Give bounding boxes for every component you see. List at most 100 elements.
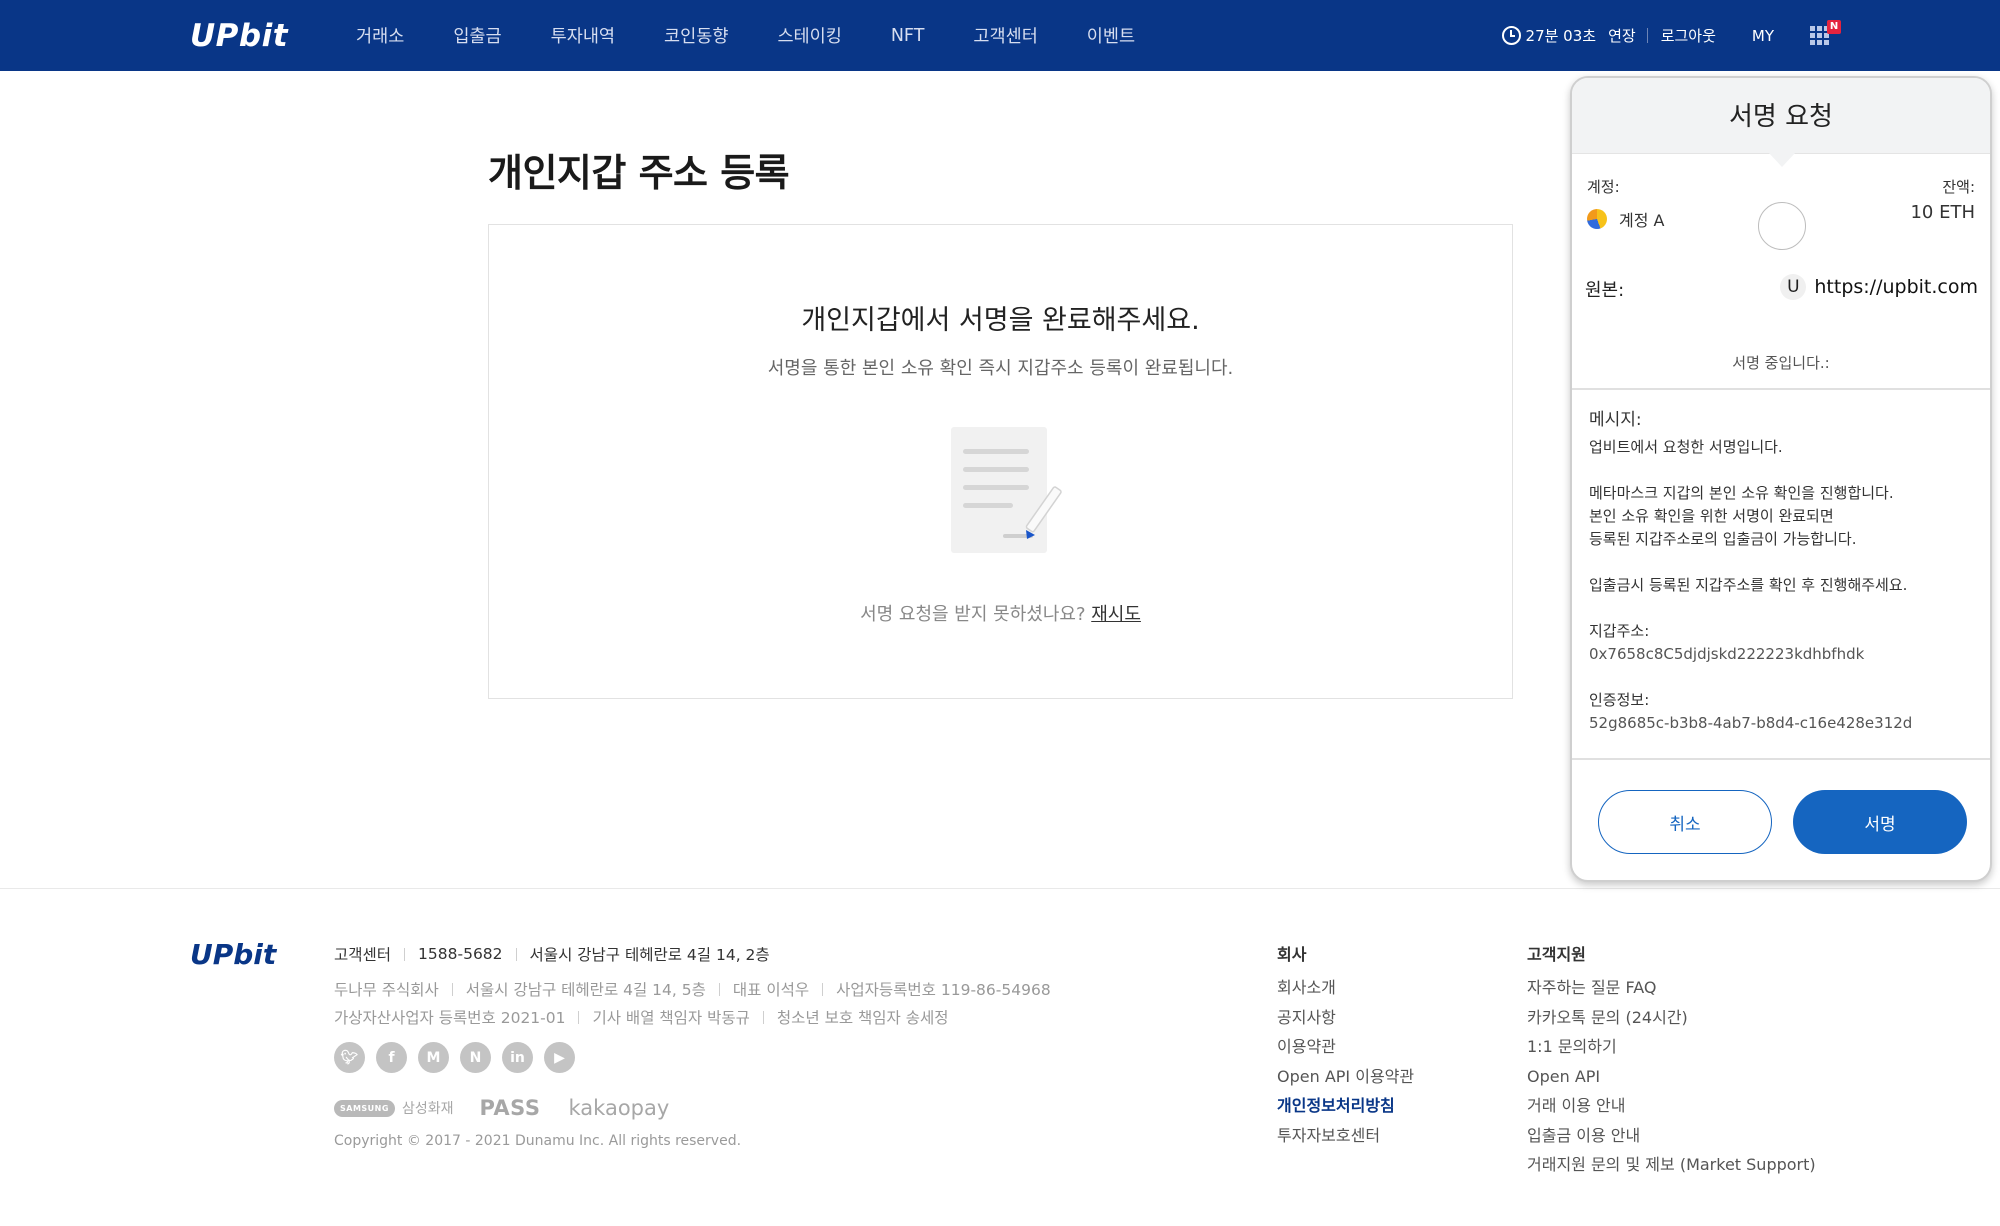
footer-link-open-api[interactable]: Open API [1527,1066,1816,1096]
network-icon [1758,202,1806,250]
facebook-icon[interactable]: f [376,1042,407,1073]
message-label: 메시지: [1589,410,1642,430]
footer-company-name: 두나무 주식회사 [334,981,439,999]
footer-cs-address: 서울시 강남구 테헤란로 4길 14, 2층 [529,946,770,964]
footer-company-row: 두나무 주식회사 서울시 강남구 테헤란로 4길 14, 5층 대표 이석우 사… [334,978,1051,1000]
account-name: 계정 A [1619,211,1665,230]
samsung-logo: SAMSUNG [334,1099,395,1117]
medium-icon[interactable]: M [418,1042,449,1073]
signature-request-popup: 서명 요청 계정: 잔액: 계정 A 10 ETH 원본: U https://… [1570,76,1992,882]
footer-link-investor-protection[interactable]: 투자자보호센터 [1277,1125,1414,1155]
balance-value: 10 ETH [1910,202,1975,223]
retry-link[interactable]: 재시도 [1091,604,1141,625]
instruction-subtitle: 서명을 통한 본인 소유 확인 즉시 지갑주소 등록이 완료됩니다. [767,358,1234,379]
footer-biz-no: 사업자등록번호 119-86-54968 [836,981,1051,999]
message-body: 업비트에서 요청한 서명입니다. 메타마스크 지갑의 본인 소유 확인을 진행합… [1589,436,1981,735]
footer-support-title: 고객지원 [1527,945,1586,964]
nav-item-nft[interactable]: NFT [891,26,925,46]
footer-company-address: 서울시 강남구 테헤란로 4길 14, 5층 [465,981,706,999]
session-timer: 27분 03초 [1525,27,1597,45]
footer-cs-phone: 1588-5682 [418,945,503,963]
origin-site-icon: U [1780,274,1807,300]
nav-item-investments[interactable]: 투자내역 [551,23,615,48]
footer-ceo: 대표 이석우 [732,981,810,999]
extend-session-button[interactable]: 연장 [1608,25,1636,46]
message-line: 메타마스크 지갑의 본인 소유 확인을 진행합니다. [1589,484,1894,502]
upbit-logo[interactable]: UPbit [190,18,288,54]
balance-label: 잔액: [1942,178,1975,196]
footer-link-market-support[interactable]: 거래지원 문의 및 제보 (Market Support) [1527,1154,1816,1184]
pass-logo: PASS [479,1096,541,1120]
account-avatar-icon [1587,209,1607,229]
footer-contact-row: 고객센터 1588-5682 서울시 강남구 테헤란로 4길 14, 2층 [334,943,770,965]
nav-item-exchange[interactable]: 거래소 [356,23,404,48]
auth-info-value: 52g8685c-b3b8-4ab7-b8d4-c16e428e312d [1589,714,1913,732]
footer-divider [0,888,2000,889]
footer-link-about[interactable]: 회사소개 [1277,977,1414,1007]
origin-url: https://upbit.com [1814,276,1978,298]
footer-link-trade-guide[interactable]: 거래 이용 안내 [1527,1095,1816,1125]
auth-info-label: 인증정보: [1589,691,1650,709]
footer-link-kakaotalk[interactable]: 카카오톡 문의 (24시간) [1527,1007,1816,1037]
samsung-fire-text: 삼성화재 [401,1101,454,1117]
cancel-button[interactable]: 취소 [1598,790,1772,854]
app-grid-icon[interactable]: N [1810,19,1841,46]
new-badge: N [1827,19,1841,34]
footer-youth-officer: 청소년 보호 책임자 송세정 [776,1009,949,1027]
popup-divider [1572,388,1990,390]
footer-support-column: 고객지원 자주하는 질문 FAQ 카카오톡 문의 (24시간) 1:1 문의하기… [1527,941,1816,1184]
wallet-address-value: 0x7658c8C5djdjskd222223kdhbfhdk [1589,645,1865,663]
footer-vasp-no: 가상자산사업자 등록번호 2021-01 [334,1009,566,1027]
popup-header: 서명 요청 [1572,78,1990,154]
message-line: 업비트에서 요청한 서명입니다. [1589,438,1783,456]
naver-icon[interactable]: N [460,1042,491,1073]
twitter-icon[interactable]: 🐦︎ [334,1042,365,1073]
footer-registration-row: 가상자산사업자 등록번호 2021-01 기사 배열 책임자 박동규 청소년 보… [334,1006,949,1028]
sign-button[interactable]: 서명 [1793,790,1967,854]
youtube-icon[interactable]: ▶ [544,1042,575,1073]
origin-label: 원본: [1585,280,1625,301]
popup-header-arrow [1768,152,1796,167]
nav-item-events[interactable]: 이벤트 [1087,23,1135,48]
footer-company-title: 회사 [1277,945,1307,964]
nav-item-coin-trends[interactable]: 코인동향 [664,23,728,48]
nav-item-deposit-withdraw[interactable]: 입출금 [453,23,501,48]
footer-link-1on1[interactable]: 1:1 문의하기 [1527,1036,1816,1066]
clock-icon [1501,26,1521,45]
footer-link-terms[interactable]: 이용약관 [1277,1036,1414,1066]
message-line: 입출금시 등록된 지갑주소를 확인 후 진행해주세요. [1589,576,1908,594]
popup-title: 서명 요청 [1729,102,1833,132]
footer-company-column: 회사 회사소개 공지사항 이용약관 Open API 이용약관 개인정보처리방침… [1277,941,1414,1154]
footer-logo: UPbit [190,938,277,971]
main-nav: 거래소 입출금 투자내역 코인동향 스테이킹 NFT 고객센터 이벤트 [356,0,1184,71]
origin-row: U https://upbit.com [1780,274,1978,300]
footer-link-faq[interactable]: 자주하는 질문 FAQ [1527,977,1816,1007]
signature-instruction-box: 개인지갑에서 서명을 완료해주세요. 서명을 통한 본인 소유 확인 즉시 지갑… [488,224,1513,699]
my-page-link[interactable]: MY [1752,27,1774,45]
header-divider [1646,28,1648,43]
footer-cs-label: 고객센터 [334,946,392,964]
footer-link-privacy[interactable]: 개인정보처리방침 [1277,1095,1414,1125]
signing-status: 서명 중입니다.: [1732,354,1830,372]
copyright: Copyright © 2017 - 2021 Dunamu Inc. All … [334,1133,742,1149]
nav-item-customer-center[interactable]: 고객센터 [973,23,1037,48]
message-line: 등록된 지갑주소로의 입출금이 가능합니다. [1589,530,1857,548]
linkedin-icon[interactable]: in [502,1042,533,1073]
nav-item-staking[interactable]: 스테이킹 [777,23,841,48]
popup-divider [1572,758,1990,760]
instruction-title: 개인지갑에서 서명을 완료해주세요. [801,305,1200,336]
partner-logos: SAMSUNG 삼성화재 PASS kakaopay [334,1096,669,1120]
document-sign-icon [951,427,1062,553]
account-selector[interactable]: 계정 A [1587,207,1664,231]
page-title: 개인지갑 주소 등록 [488,151,790,195]
social-links: 🐦︎ f M N in ▶ [334,1042,586,1073]
header-user-area: 27분 03초 연장 로그아웃 MY N [1501,0,1841,71]
logout-button[interactable]: 로그아웃 [1661,25,1716,46]
retry-prompt: 서명 요청을 받지 못하셨나요? [860,604,1086,625]
top-header: UPbit 거래소 입출금 투자내역 코인동향 스테이킹 NFT 고객센터 이벤… [0,0,2000,71]
footer-news-editor: 기사 배열 책임자 박동규 [592,1009,750,1027]
footer-link-deposit-guide[interactable]: 입출금 이용 안내 [1527,1125,1816,1155]
kakaopay-logo: kakaopay [568,1096,670,1120]
footer-link-api-terms[interactable]: Open API 이용약관 [1277,1066,1414,1096]
footer-link-notices[interactable]: 공지사항 [1277,1007,1414,1037]
